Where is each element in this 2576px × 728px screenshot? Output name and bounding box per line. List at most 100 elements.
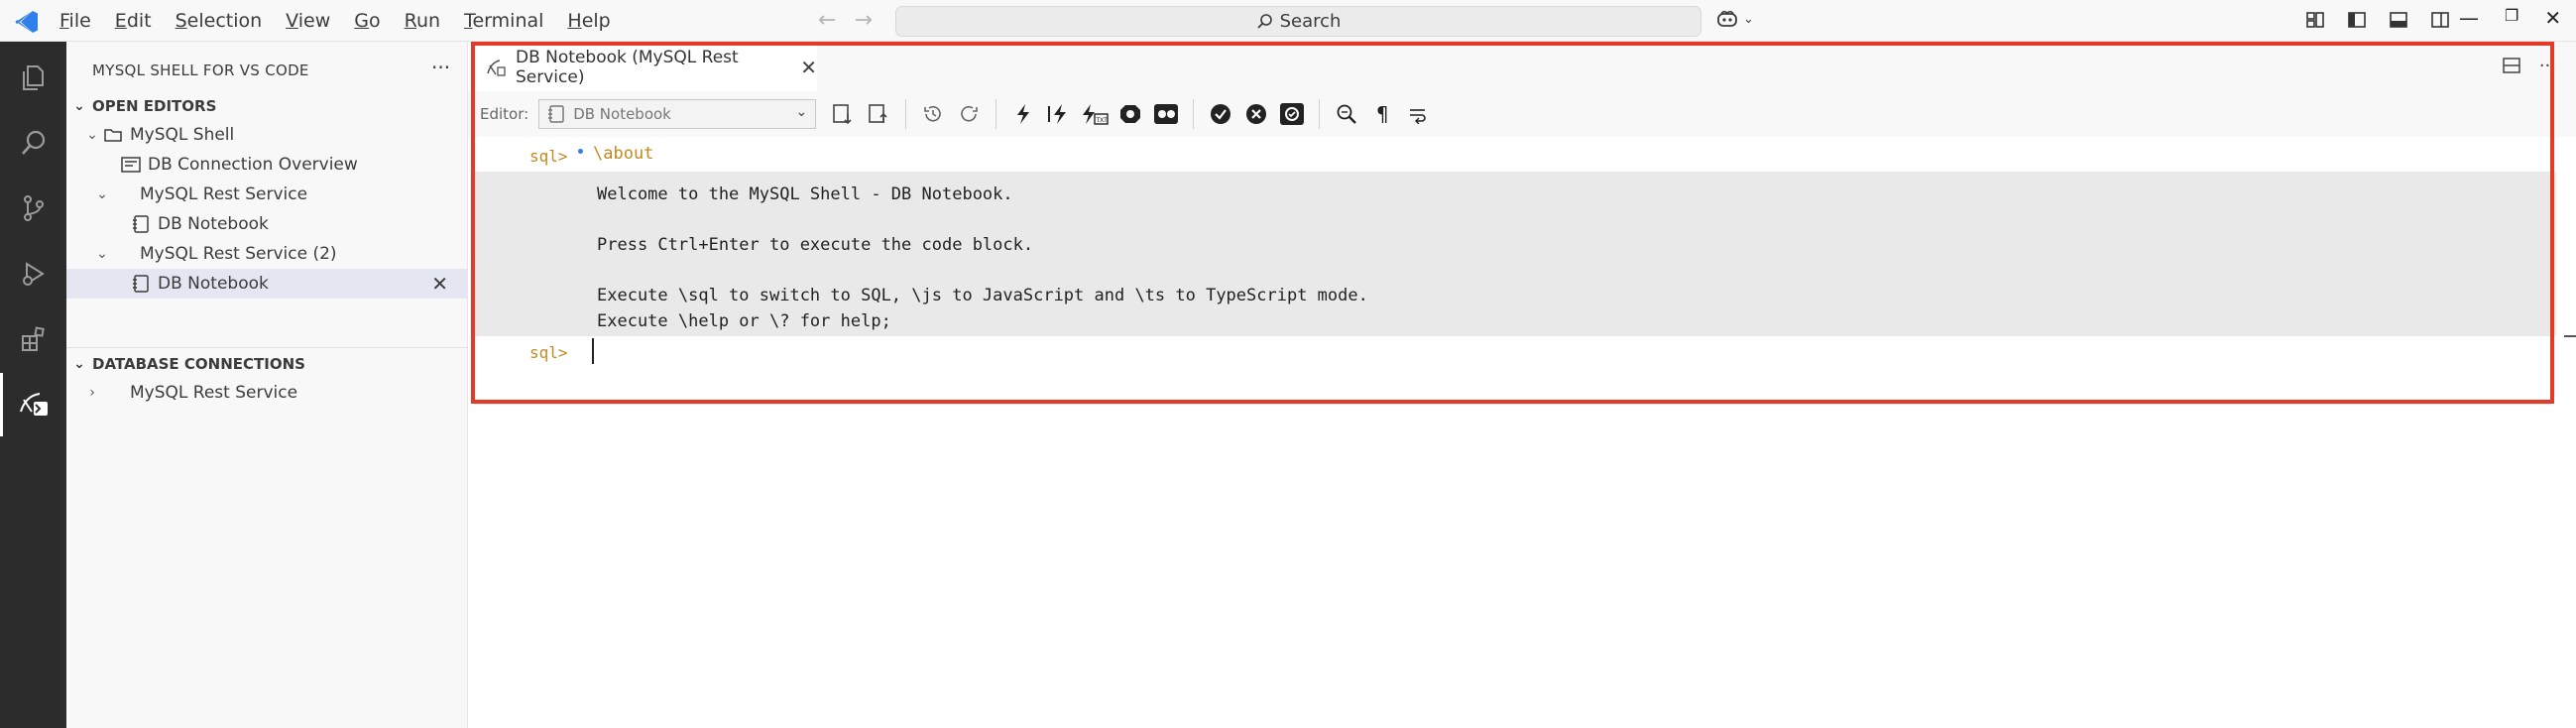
execute-text-icon[interactable]: TXT	[1080, 99, 1110, 129]
open-editors-group-mysql-rest-service-2[interactable]: ⌄ MySQL Rest Service (2)	[66, 239, 468, 269]
section-divider	[66, 347, 468, 348]
menu-go[interactable]: Go	[352, 6, 382, 36]
word-wrap-icon[interactable]	[1403, 99, 1433, 129]
find-icon[interactable]	[1332, 99, 1361, 129]
mysql-notebook-icon	[486, 59, 506, 76]
toolbar-separator	[1319, 99, 1321, 129]
close-tab-icon[interactable]: ✕	[800, 56, 817, 79]
execute-icon[interactable]	[1008, 99, 1038, 129]
menu-terminal[interactable]: Terminal	[462, 6, 545, 36]
tab-bar: DB Notebook (MySQL Rest Service) ✕ ···	[468, 42, 2576, 91]
layout-controls	[2305, 10, 2450, 30]
rollback-icon[interactable]	[1241, 99, 1271, 129]
vscode-logo-icon	[14, 9, 40, 35]
activity-bar	[0, 42, 66, 728]
minimize-icon[interactable]: —	[2459, 6, 2479, 30]
run-debug-icon[interactable]	[0, 242, 66, 305]
tree-item-label: DB Notebook	[158, 274, 269, 294]
chevron-down-icon: ⌄	[96, 246, 108, 262]
menu-edit[interactable]: Edit	[113, 6, 154, 36]
chevron-down-icon: ⌄	[96, 186, 108, 202]
result-output-area: Welcome to the MySQL Shell - DB Notebook…	[474, 172, 2556, 336]
window-controls: — ❐ ✕	[2459, 6, 2561, 30]
close-window-icon[interactable]: ✕	[2544, 6, 2561, 30]
sidebar-title: MYSQL SHELL FOR VS CODE	[92, 61, 309, 79]
toolbar-separator	[905, 99, 907, 129]
output-line: Welcome to the MySQL Shell - DB Notebook…	[597, 184, 1013, 204]
menu-help[interactable]: Help	[565, 6, 612, 36]
editor-select[interactable]: DB Notebook ⌄	[538, 99, 817, 129]
overview-ruler-mark	[2564, 335, 2576, 337]
open-editor-db-notebook-1[interactable]: DB Notebook	[66, 209, 468, 239]
open-editors-header: OPEN EDITORS	[92, 97, 217, 115]
code-command[interactable]: \about	[593, 144, 653, 164]
open-editors-group-mysql-rest-service[interactable]: ⌄ MySQL Rest Service	[66, 180, 468, 209]
auto-commit-icon[interactable]	[1277, 99, 1307, 129]
restore-icon[interactable]: ❐	[2505, 6, 2518, 30]
load-notebook-icon[interactable]	[828, 99, 858, 129]
editor-label: Editor:	[480, 105, 529, 123]
explain-analyze-icon[interactable]	[1151, 99, 1181, 129]
notebook-icon	[548, 105, 564, 123]
connection-mysql-rest-service[interactable]: › MySQL Rest Service	[66, 378, 468, 408]
text-cursor[interactable]	[592, 338, 594, 364]
menu-file[interactable]: File	[58, 6, 93, 36]
explorer-icon[interactable]	[0, 46, 66, 109]
back-arrow-icon[interactable]: ←	[818, 8, 836, 33]
explain-icon[interactable]	[1115, 99, 1145, 129]
save-notebook-icon[interactable]	[864, 99, 893, 129]
next-history-icon[interactable]	[954, 99, 984, 129]
close-editor-icon[interactable]: ✕	[431, 272, 448, 296]
tree-item-label: MySQL Rest Service (2)	[140, 244, 337, 264]
database-connections-header: DATABASE CONNECTIONS	[92, 355, 305, 373]
navigation-arrows: ← →	[818, 8, 873, 33]
tree-item-label: DB Connection Overview	[148, 155, 358, 175]
copilot-icon	[1717, 10, 1737, 27]
tree-item-label: MySQL Rest Service	[130, 383, 298, 403]
open-editors-section[interactable]: ⌄ OPEN EDITORS	[66, 93, 468, 119]
editor-area: DB Notebook (MySQL Rest Service) ✕ ··· E…	[468, 42, 2576, 728]
search-activity-icon[interactable]	[0, 111, 66, 175]
menu-view[interactable]: View	[284, 6, 332, 36]
command-center-search[interactable]: Search	[895, 6, 1701, 37]
menu-selection[interactable]: Selection	[174, 6, 265, 36]
open-editor-db-notebook-2[interactable]: DB Notebook ✕	[66, 269, 468, 299]
sidebar: MYSQL SHELL FOR VS CODE ··· ⌄ OPEN EDITO…	[66, 42, 468, 728]
open-editors-group-mysql-shell[interactable]: ⌄ MySQL Shell	[66, 120, 468, 150]
execute-current-icon[interactable]	[1044, 99, 1074, 129]
extensions-icon[interactable]	[0, 307, 66, 371]
split-editor-icon[interactable]	[2502, 56, 2521, 75]
notebook-icon	[130, 215, 152, 233]
title-bar: File Edit Selection View Go Run Terminal…	[0, 0, 2576, 42]
forward-arrow-icon[interactable]: →	[854, 8, 872, 33]
tab-label: DB Notebook (MySQL Rest Service)	[516, 47, 739, 87]
tree-item-label: MySQL Rest Service	[140, 184, 308, 204]
code-prompt: sql>	[529, 147, 568, 166]
copilot-button[interactable]: ⌄	[1715, 9, 1754, 29]
customize-layout-icon[interactable]	[2305, 10, 2325, 30]
editor-actions: ···	[2502, 56, 2556, 76]
toggle-primary-sidebar-icon[interactable]	[2347, 10, 2367, 30]
chevron-down-icon: ⌄	[795, 104, 808, 120]
notebook-toolbar: Editor: DB Notebook ⌄ TXT ¶	[468, 91, 2576, 137]
editor-select-value: DB Notebook	[573, 105, 671, 123]
source-control-icon[interactable]	[0, 177, 66, 240]
toggle-panel-icon[interactable]	[2389, 10, 2408, 30]
folder-icon	[102, 127, 124, 143]
toggle-secondary-sidebar-icon[interactable]	[2430, 10, 2450, 30]
mysql-shell-icon[interactable]	[0, 373, 66, 436]
menu-bar: File Edit Selection View Go Run Terminal…	[58, 0, 633, 42]
open-editor-db-connection-overview[interactable]: DB Connection Overview	[66, 150, 468, 180]
more-actions-icon[interactable]: ···	[2539, 56, 2556, 76]
previous-history-icon[interactable]	[918, 99, 948, 129]
chevron-down-icon: ⌄	[1743, 11, 1754, 27]
more-actions-icon[interactable]: ···	[431, 56, 450, 79]
menu-run[interactable]: Run	[403, 6, 442, 36]
search-icon	[1256, 13, 1272, 29]
tab-db-notebook[interactable]: DB Notebook (MySQL Rest Service) ✕	[468, 42, 817, 91]
chevron-down-icon: ⌄	[86, 127, 98, 143]
next-code-prompt: sql>	[529, 343, 568, 362]
commit-icon[interactable]	[1206, 99, 1235, 129]
database-connections-section[interactable]: ⌄ DATABASE CONNECTIONS	[66, 351, 468, 377]
show-whitespace-icon[interactable]: ¶	[1367, 99, 1397, 129]
